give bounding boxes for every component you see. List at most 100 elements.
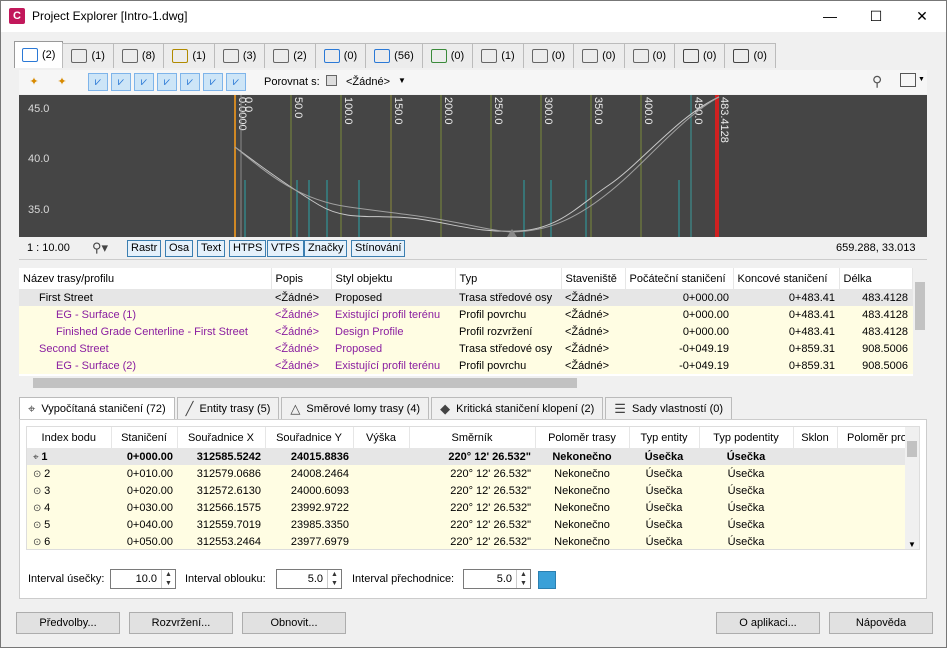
alignment-row[interactable]: Second Street <Žádné> Proposed Trasa středo…: [19, 340, 927, 357]
alignment-vscroll[interactable]: [913, 268, 927, 376]
object-tab-10[interactable]: (1): [472, 43, 524, 68]
compare-dropdown[interactable]: <Žádné>: [346, 76, 390, 88]
maximize-button[interactable]: ☐: [853, 3, 899, 29]
point-icon: ⊙: [33, 502, 45, 514]
line-interval-input[interactable]: 10.0 ▲ ▼: [110, 569, 176, 589]
show-profile-2-icon[interactable]: ⩗: [111, 73, 131, 91]
alignment-col-header[interactable]: Typ: [455, 268, 562, 289]
station-label: 0.0: [242, 97, 254, 112]
station-cell-sub: Úsečka: [727, 501, 765, 514]
preview-osa-button[interactable]: Osa: [165, 240, 194, 257]
alignment-row[interactable]: First Street <Žádné> Proposed Trasa středov…: [19, 289, 927, 306]
stations-col-header[interactable]: Sklon: [793, 427, 838, 448]
chevron-down-icon[interactable]: ▼: [398, 76, 406, 85]
cursor-coords: 659.288, 33.013: [836, 242, 916, 254]
alignment-col-header[interactable]: Délka: [839, 268, 913, 289]
station-row[interactable]: ⊙ 3 0+020.00 312572.6130 24000.6093 220° 12'…: [27, 482, 919, 499]
station-row[interactable]: ⊙ 6 0+050.00 312553.2464 23977.6979 220° 12'…: [27, 533, 919, 549]
object-tab-8[interactable]: (56): [365, 43, 423, 68]
object-tab-6[interactable]: (2): [264, 43, 316, 68]
object-tab-count: (0): [602, 50, 616, 62]
preview-stinovani-button[interactable]: Stínování: [351, 240, 406, 257]
preview-vtps-button[interactable]: VTPS: [267, 240, 304, 257]
stations-col-header[interactable]: Staničení: [111, 427, 178, 448]
station-cell-slope: [793, 465, 837, 482]
detail-tab-4[interactable]: ◆ Kritická staničení klopení (2): [431, 397, 604, 419]
alignment-col-header[interactable]: Staveniště: [561, 268, 626, 289]
detail-tab-3[interactable]: △ Směrové lomy trasy (4): [281, 397, 430, 419]
unlock-icon[interactable]: [538, 571, 556, 589]
refresh-button[interactable]: Obnovit...: [242, 612, 346, 634]
station-row[interactable]: ⊙ 4 0+030.00 312566.1575 23992.9722 220° 12'…: [27, 499, 919, 516]
object-tab-5[interactable]: (3): [213, 43, 266, 68]
arc-interval-input[interactable]: 5.0 ▲ ▼: [276, 569, 342, 589]
object-tab-7[interactable]: (0): [314, 43, 367, 68]
columns-icon[interactable]: [900, 73, 916, 87]
alignment-col-header[interactable]: Název trasy/profilu: [19, 268, 272, 289]
station-row[interactable]: ⊙ 5 0+040.00 312559.7019 23985.3350 220° 12'…: [27, 516, 919, 533]
object-tab-2[interactable]: (1): [62, 43, 114, 68]
object-tab-9[interactable]: (0): [421, 43, 474, 68]
spiral-interval-input[interactable]: 5.0 ▲ ▼: [463, 569, 531, 589]
object-tab-count: (1): [91, 50, 105, 62]
stations-col-header[interactable]: Typ entity: [629, 427, 700, 448]
stations-col-header[interactable]: Index bodu: [27, 427, 112, 448]
station-row[interactable]: ⊙ 2 0+010.00 312579.0686 24008.2464 220° 12'…: [27, 465, 919, 482]
show-profile-1-icon[interactable]: ⩗: [88, 73, 108, 91]
stations-col-header[interactable]: Výška: [353, 427, 410, 448]
new-profile-icon[interactable]: ✦: [52, 73, 72, 91]
object-tab-14[interactable]: (0): [674, 43, 726, 68]
columns-chevron-icon[interactable]: ▼: [918, 76, 925, 83]
profile-preview[interactable]: 45.0 40.0 35.0 0.0000 0.0 50.0 100.0 150.0 200.0…: [19, 95, 927, 237]
minimize-button[interactable]: —: [807, 3, 853, 29]
about-button[interactable]: O aplikaci...: [716, 612, 820, 634]
alignment-row[interactable]: EG - Surface (2) <Žádné> Existující profil…: [19, 357, 927, 374]
scale-value[interactable]: 1 : 10.00: [27, 242, 70, 254]
detail-tab-5[interactable]: ☰ Sady vlastností (0): [605, 397, 733, 419]
object-tab-15[interactable]: (0): [724, 43, 776, 68]
preview-znacky-button[interactable]: Značky: [304, 240, 348, 257]
station-cell-ent: Úsečka: [645, 484, 683, 497]
detail-tabs: ⌖ Vypočítaná staničení (72) ╱ Entity trasy …: [19, 397, 734, 419]
detail-tab-2[interactable]: ╱ Entity trasy (5): [176, 397, 280, 419]
help-button[interactable]: Nápověda: [829, 612, 933, 634]
show-profile-4-icon[interactable]: ⩗: [157, 73, 177, 91]
object-tab-11[interactable]: (0): [522, 43, 575, 68]
alignment-row[interactable]: Finished Grade Centerline - First Street…: [19, 323, 927, 340]
stations-col-header[interactable]: Směrník: [409, 427, 536, 448]
zoom-icon[interactable]: ⚲▾: [92, 240, 108, 256]
stations-col-header[interactable]: Typ podentity: [699, 427, 794, 448]
detail-tab-1[interactable]: ⌖ Vypočítaná staničení (72): [19, 397, 175, 419]
alignment-row[interactable]: EG - Surface (1) <Žádné> Existující profil…: [19, 306, 927, 323]
layout-button[interactable]: Rozvržení...: [129, 612, 233, 634]
alignment-col-header[interactable]: Styl objektu: [331, 268, 456, 289]
preferences-button[interactable]: Předvolby...: [16, 612, 120, 634]
stations-vscroll[interactable]: ▼: [905, 427, 919, 549]
show-profile-5-icon[interactable]: ⩗: [180, 73, 200, 91]
search-icon[interactable]: ⚲: [872, 73, 882, 90]
stations-col-header[interactable]: Souřadnice X: [177, 427, 266, 448]
show-profile-6-icon[interactable]: ⩗: [203, 73, 223, 91]
new-alignment-icon[interactable]: ✦: [24, 73, 44, 91]
preview-htps-button[interactable]: HTPS: [229, 240, 267, 257]
stations-col-header[interactable]: Poloměr trasy: [535, 427, 630, 448]
object-tab-4[interactable]: (1): [163, 43, 215, 68]
show-profile-7-icon[interactable]: ⩗: [226, 73, 246, 91]
stations-col-header[interactable]: Souřadnice Y: [265, 427, 354, 448]
object-tab-13[interactable]: (0): [623, 43, 675, 68]
object-tab-12[interactable]: (0): [573, 43, 625, 68]
alignment-hscroll[interactable]: [19, 376, 927, 390]
station-row[interactable]: ⌖ 1 0+000.00 312585.5242 24015.8836 220° 12'…: [27, 448, 919, 465]
show-profile-3-icon[interactable]: ⩗: [134, 73, 154, 91]
close-button[interactable]: ✕: [899, 3, 945, 29]
preview-text-button[interactable]: Text: [197, 240, 226, 257]
station-cell-sub: Úsečka: [727, 467, 765, 480]
alignment-cell-type: Trasa středové osy: [459, 342, 553, 355]
object-tab-3[interactable]: (8): [112, 43, 165, 68]
object-tab-1[interactable]: (2): [14, 41, 64, 68]
preview-rastr-button[interactable]: Rastr: [127, 240, 162, 257]
alignment-col-header[interactable]: Počáteční staničení: [625, 268, 734, 289]
alignment-col-header[interactable]: Koncové staničení: [733, 268, 840, 289]
alignment-col-header[interactable]: Popis: [271, 268, 332, 289]
station-cell-sta: 0+020.00: [126, 484, 173, 497]
